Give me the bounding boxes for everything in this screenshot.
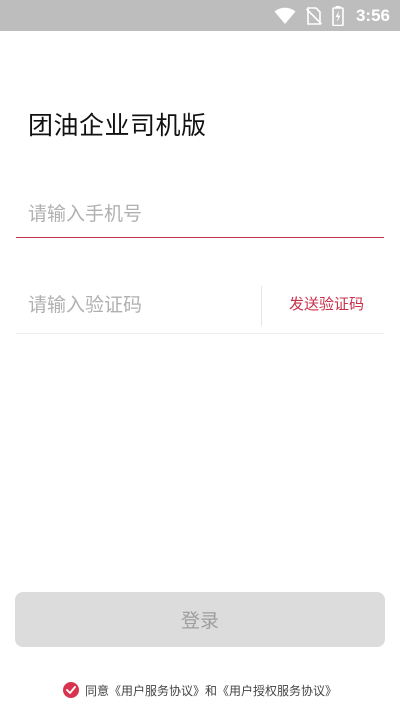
agreement-row: 同意《用户服务协议》和《用户授权服务协议》 xyxy=(0,679,400,701)
battery-charging-icon xyxy=(332,5,344,26)
code-divider xyxy=(261,286,262,326)
phone-input[interactable] xyxy=(28,196,368,232)
status-time: 3:56 xyxy=(355,5,390,25)
status-bar: 3:56 xyxy=(0,0,400,31)
agreement-checkbox-checked-icon[interactable] xyxy=(62,682,79,698)
app-title: 团油企业司机版 xyxy=(28,111,207,140)
phone-field-row xyxy=(16,190,384,238)
no-sim-icon xyxy=(305,6,322,25)
wifi-icon xyxy=(274,7,296,25)
code-field-row: 发送验证码 xyxy=(16,278,384,334)
login-button[interactable]: 登录 xyxy=(15,592,385,647)
agreement-text[interactable]: 同意《用户服务协议》和《用户授权服务协议》 xyxy=(85,682,337,699)
verification-code-input[interactable] xyxy=(28,286,258,324)
send-code-button[interactable]: 发送验证码 xyxy=(289,293,364,314)
